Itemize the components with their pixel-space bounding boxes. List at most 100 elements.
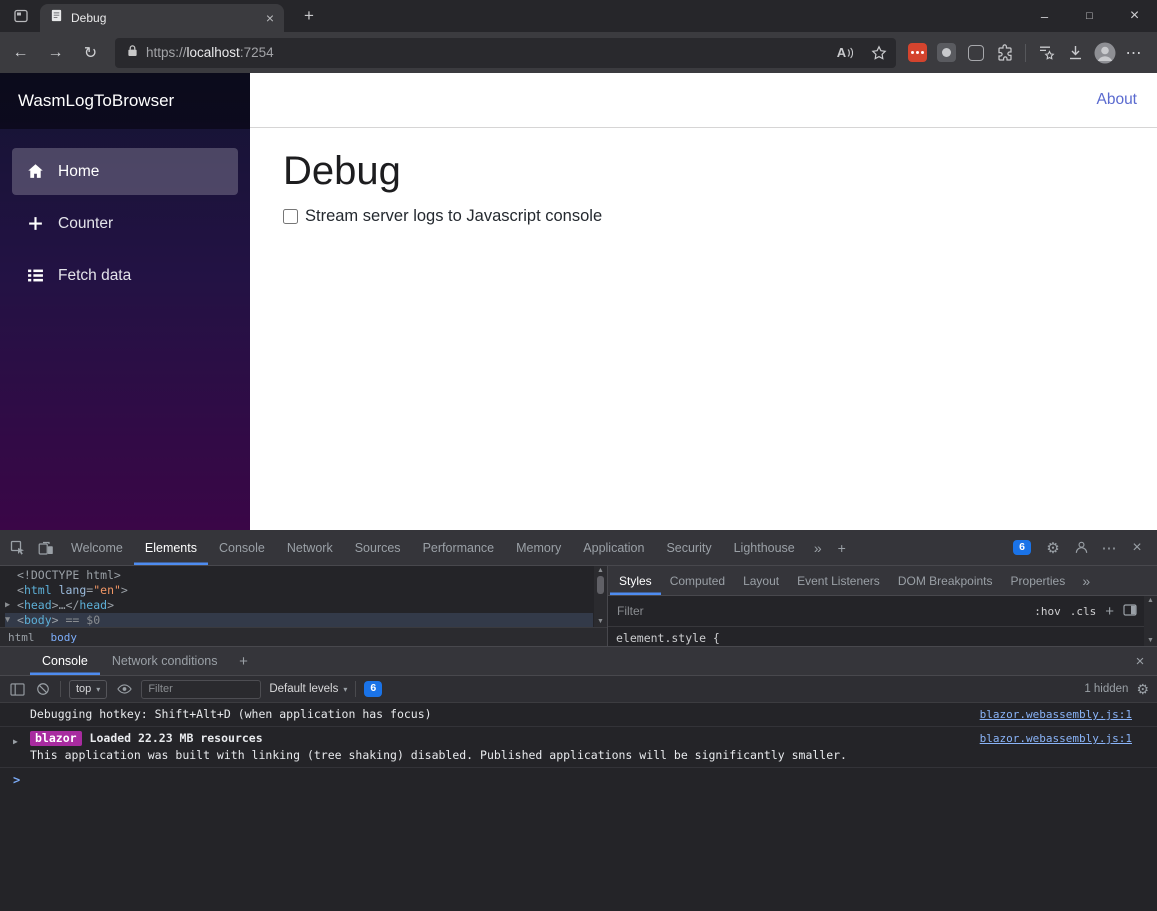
- styles-filter-input[interactable]: [617, 604, 1026, 618]
- devtools-tab-console[interactable]: Console: [208, 530, 276, 565]
- dom-node[interactable]: ▶ <head>…</head>: [5, 598, 593, 613]
- disclosure-arrow-icon[interactable]: ▼: [5, 613, 17, 627]
- styles-scrollbar[interactable]: ▲ ▼: [1144, 596, 1157, 646]
- expand-arrow-icon[interactable]: ▶: [13, 734, 18, 749]
- hidden-messages-label[interactable]: 1 hidden: [1084, 683, 1128, 695]
- sidebar-item-fetch-data[interactable]: Fetch data: [12, 252, 238, 299]
- about-link[interactable]: About: [1096, 91, 1137, 109]
- tab-close-icon[interactable]: ×: [266, 11, 274, 25]
- devtools-more-menu-icon[interactable]: ⋯: [1095, 539, 1123, 557]
- profile-avatar[interactable]: [1091, 39, 1118, 66]
- style-rule-preview[interactable]: element.style {: [608, 627, 1157, 646]
- breadcrumb-body[interactable]: body: [43, 631, 86, 644]
- console-issues-bubble[interactable]: 6: [364, 681, 383, 697]
- extension-red-icon[interactable]: [904, 39, 931, 66]
- clear-console-icon[interactable]: [34, 680, 52, 698]
- extensions-puzzle-icon[interactable]: [991, 39, 1018, 66]
- drawer-add-tab-icon[interactable]: +: [229, 647, 257, 675]
- window-close-button[interactable]: ×: [1112, 0, 1157, 32]
- sidebar-item-counter[interactable]: Counter: [12, 200, 238, 247]
- split-screen-icon[interactable]: [962, 39, 989, 66]
- favorites-hub-icon[interactable]: [1033, 39, 1060, 66]
- disclosure-arrow-icon[interactable]: ▶: [5, 598, 17, 613]
- devtools-tab-sources[interactable]: Sources: [344, 530, 412, 565]
- devtools-tab-memory[interactable]: Memory: [505, 530, 572, 565]
- dom-node[interactable]: <!DOCTYPE html>: [5, 568, 593, 583]
- devtools-close-icon[interactable]: ×: [1123, 539, 1151, 557]
- console-source-link[interactable]: blazor.webassembly.js:1: [980, 707, 1132, 722]
- dom-node[interactable]: <html lang="en">: [5, 583, 593, 598]
- devtools-toolbar-right: 6 ⚙ ⋯ ×: [1005, 530, 1157, 565]
- toggle-element-classes-button[interactable]: .cls: [1070, 605, 1097, 618]
- drawer-tab-console[interactable]: Console: [30, 647, 100, 675]
- scroll-up-icon[interactable]: ▲: [1147, 596, 1154, 606]
- new-tab-button[interactable]: +: [296, 6, 322, 26]
- favorites-star-icon[interactable]: [866, 40, 892, 66]
- back-button[interactable]: ←: [4, 36, 37, 69]
- styles-tab-styles[interactable]: Styles: [610, 566, 661, 595]
- stream-logs-checkbox[interactable]: [283, 209, 298, 224]
- browser-tab[interactable]: Debug ×: [40, 4, 284, 32]
- console-prompt[interactable]: >: [13, 773, 20, 787]
- live-expression-eye-icon[interactable]: [115, 680, 133, 698]
- add-tab-icon[interactable]: +: [830, 530, 854, 565]
- devtools-tab-network[interactable]: Network: [276, 530, 344, 565]
- tab-favicon-icon: [50, 9, 63, 27]
- log-levels-select[interactable]: Default levels ▾: [269, 683, 347, 695]
- computed-panel-icon[interactable]: [1123, 603, 1137, 619]
- forward-button[interactable]: →: [39, 36, 72, 69]
- styles-tab-event-listeners[interactable]: Event Listeners: [788, 566, 889, 595]
- scroll-down-icon[interactable]: ▼: [1147, 636, 1154, 646]
- console-message-line: blazor Loaded 22.23 MB resources blazor.we…: [30, 731, 1132, 746]
- styles-tab-computed[interactable]: Computed: [661, 566, 734, 595]
- devtools-settings-icon[interactable]: ⚙: [1039, 539, 1067, 557]
- scroll-down-icon[interactable]: ▼: [597, 617, 604, 627]
- read-aloud-icon[interactable]: A: [832, 40, 858, 66]
- styles-more-tabs-icon[interactable]: »: [1074, 566, 1098, 595]
- extension-gray-icon[interactable]: [933, 39, 960, 66]
- devtools-tab-welcome[interactable]: Welcome: [60, 530, 134, 565]
- address-bar[interactable]: https://localhost:7254 A: [115, 37, 896, 68]
- dom-gutter-spacer: [5, 568, 17, 583]
- inspect-element-icon[interactable]: [4, 530, 32, 565]
- maximize-button[interactable]: □: [1067, 0, 1112, 32]
- console-sidebar-icon[interactable]: [8, 680, 26, 698]
- minimize-button[interactable]: –: [1022, 0, 1067, 32]
- devtools-tab-performance[interactable]: Performance: [412, 530, 506, 565]
- new-style-rule-icon[interactable]: +: [1105, 603, 1114, 620]
- javascript-context-select[interactable]: top ▾: [69, 679, 108, 699]
- toggle-pseudo-state-button[interactable]: :hov: [1034, 605, 1061, 618]
- reload-button[interactable]: ↻: [74, 36, 107, 69]
- devtools-tab-lighthouse[interactable]: Lighthouse: [723, 530, 806, 565]
- scroll-up-icon[interactable]: ▲: [597, 566, 604, 576]
- url-text[interactable]: https://localhost:7254: [146, 45, 274, 60]
- issues-counter[interactable]: 6: [1005, 539, 1039, 556]
- styles-tab-dom-breakpoints[interactable]: DOM Breakpoints: [889, 566, 1002, 595]
- elements-panel: <!DOCTYPE html> <html lang="en"> ▶ <head>…<…: [0, 566, 608, 646]
- device-toolbar-icon[interactable]: [32, 530, 60, 565]
- drawer-close-icon[interactable]: ×: [1123, 647, 1157, 675]
- elements-scrollbar[interactable]: ▲ ▼: [594, 566, 607, 627]
- devtools-tab-application[interactable]: Application: [572, 530, 655, 565]
- console-filter-input[interactable]: [141, 679, 262, 699]
- tab-actions-icon[interactable]: [8, 3, 34, 29]
- sidebar-item-home[interactable]: Home: [12, 148, 238, 195]
- tab-title: Debug: [71, 11, 107, 25]
- sidebar-item-label: Counter: [58, 214, 114, 232]
- devtools-tab-elements[interactable]: Elements: [134, 530, 208, 565]
- styles-tab-layout[interactable]: Layout: [734, 566, 788, 595]
- dom-node[interactable]: ▼ <body> == $0: [5, 613, 593, 627]
- console-settings-icon[interactable]: ⚙: [1136, 681, 1149, 698]
- more-tabs-icon[interactable]: »: [806, 530, 830, 565]
- devtools-tab-security[interactable]: Security: [655, 530, 722, 565]
- console-source-link[interactable]: blazor.webassembly.js:1: [980, 731, 1132, 746]
- feedback-icon[interactable]: [1067, 540, 1095, 555]
- browser-menu-icon[interactable]: ⋯: [1120, 39, 1147, 66]
- styles-tab-properties[interactable]: Properties: [1002, 566, 1075, 595]
- breadcrumb-html[interactable]: html: [0, 631, 43, 644]
- scrollbar-thumb[interactable]: [597, 576, 604, 594]
- drawer-tabbar: Console Network conditions + ×: [0, 646, 1157, 676]
- drawer-tab-network-conditions[interactable]: Network conditions: [100, 647, 230, 675]
- downloads-icon[interactable]: [1062, 39, 1089, 66]
- console-prompt-row[interactable]: >: [0, 768, 1157, 788]
